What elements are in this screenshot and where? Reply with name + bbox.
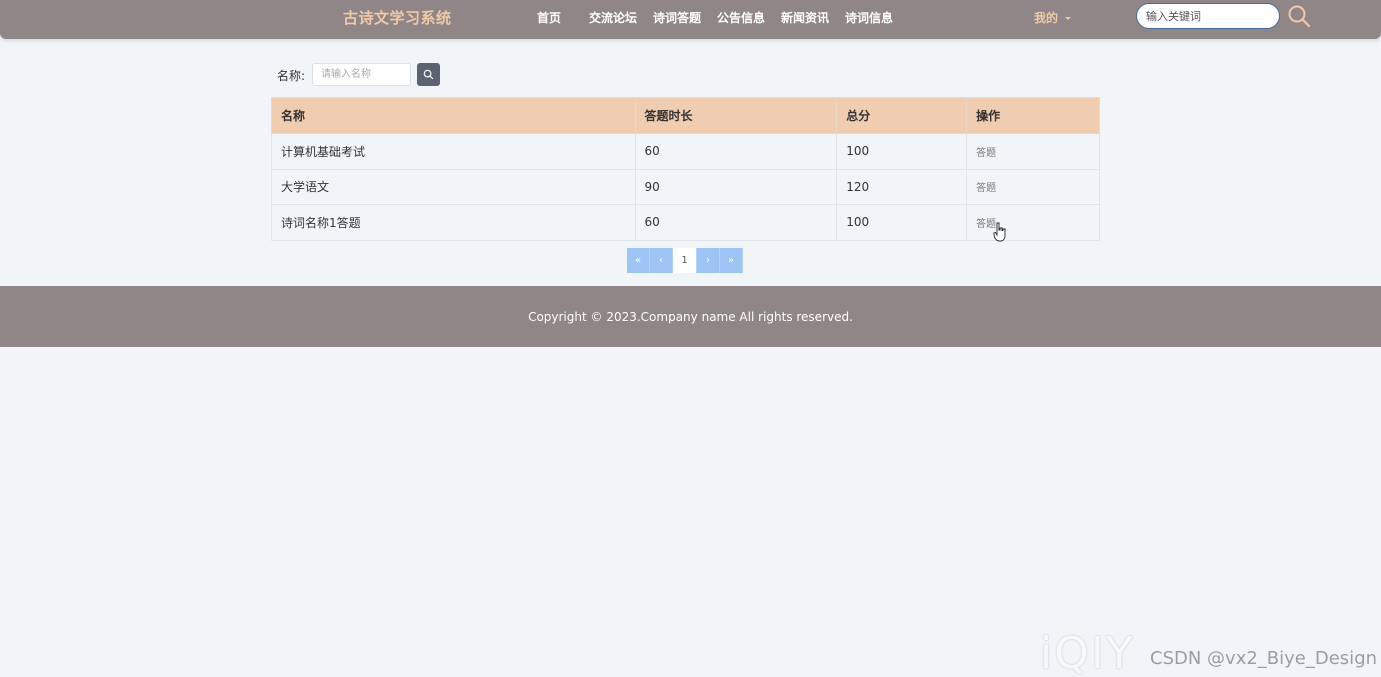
cell-name: 大学语文: [271, 168, 636, 205]
column-header-duration: 答题时长: [634, 97, 838, 134]
iqiyi-watermark-logo: iQIY: [1040, 628, 1135, 677]
copyright-text: Copyright © 2023.Company name All rights…: [528, 309, 853, 324]
table-row: 计算机基础考试 60 100 答题: [271, 133, 1100, 170]
csdn-watermark-text: CSDN @vx2_Biye_Design: [1150, 648, 1378, 669]
column-header-score: 总分: [836, 97, 968, 134]
cell-duration: 60: [634, 204, 838, 241]
nav-home[interactable]: 首页: [537, 9, 561, 26]
cell-score: 100: [836, 204, 968, 241]
search-icon[interactable]: [1287, 4, 1311, 28]
cell-name: 诗词名称1答题: [271, 204, 636, 241]
page-last-button[interactable]: »: [720, 248, 743, 273]
nav-poetry-quiz[interactable]: 诗词答题: [653, 9, 701, 26]
pagination: « ‹ 1 › »: [627, 248, 743, 273]
answer-button[interactable]: 答题: [966, 204, 1100, 241]
footer: Copyright © 2023.Company name All rights…: [0, 286, 1381, 347]
name-filter-label: 名称:: [277, 69, 306, 83]
answer-button[interactable]: 答题: [966, 168, 1100, 205]
cell-score: 120: [836, 168, 968, 205]
answer-button[interactable]: 答题: [966, 133, 1100, 170]
hand-cursor-icon: [993, 222, 1006, 242]
page-prev-button[interactable]: ‹: [650, 248, 673, 273]
cell-duration: 90: [634, 168, 838, 205]
site-brand[interactable]: 古诗文学习系统: [343, 7, 452, 28]
page-first-button[interactable]: «: [627, 248, 650, 273]
nav-forum[interactable]: 交流论坛: [589, 9, 637, 26]
table-row: 大学语文 90 120 答题: [271, 168, 1100, 205]
my-account-label: 我的: [1034, 11, 1059, 25]
nav-poetry-info[interactable]: 诗词信息: [845, 9, 893, 26]
cell-score: 100: [836, 133, 968, 170]
nav-announcements[interactable]: 公告信息: [717, 9, 765, 26]
page-current[interactable]: 1: [673, 248, 697, 273]
page-next-button[interactable]: ›: [697, 248, 720, 273]
cell-name: 计算机基础考试: [271, 133, 636, 170]
cell-duration: 60: [634, 133, 838, 170]
table-row: 诗词名称1答题 60 100 答题: [271, 204, 1100, 241]
column-header-name: 名称: [271, 97, 636, 134]
nav-news[interactable]: 新闻资讯: [781, 9, 829, 26]
filter-search-button[interactable]: [417, 63, 440, 86]
my-account-menu[interactable]: 我的: [1034, 9, 1072, 26]
column-header-action: 操作: [966, 97, 1100, 134]
chevron-down-icon: [1065, 17, 1072, 20]
search-icon: [423, 69, 434, 80]
quiz-table: 名称 答题时长 总分 操作 计算机基础考试 60 100 答题 大学语文 90 …: [271, 97, 1100, 241]
top-navbar: 古诗文学习系统 首页 交流论坛 诗词答题 公告信息 新闻资讯 诗词信息 我的: [0, 0, 1381, 39]
table-header-row: 名称 答题时长 总分 操作: [271, 97, 1100, 134]
header-search-input[interactable]: [1136, 3, 1280, 29]
name-filter-input[interactable]: [312, 63, 411, 86]
